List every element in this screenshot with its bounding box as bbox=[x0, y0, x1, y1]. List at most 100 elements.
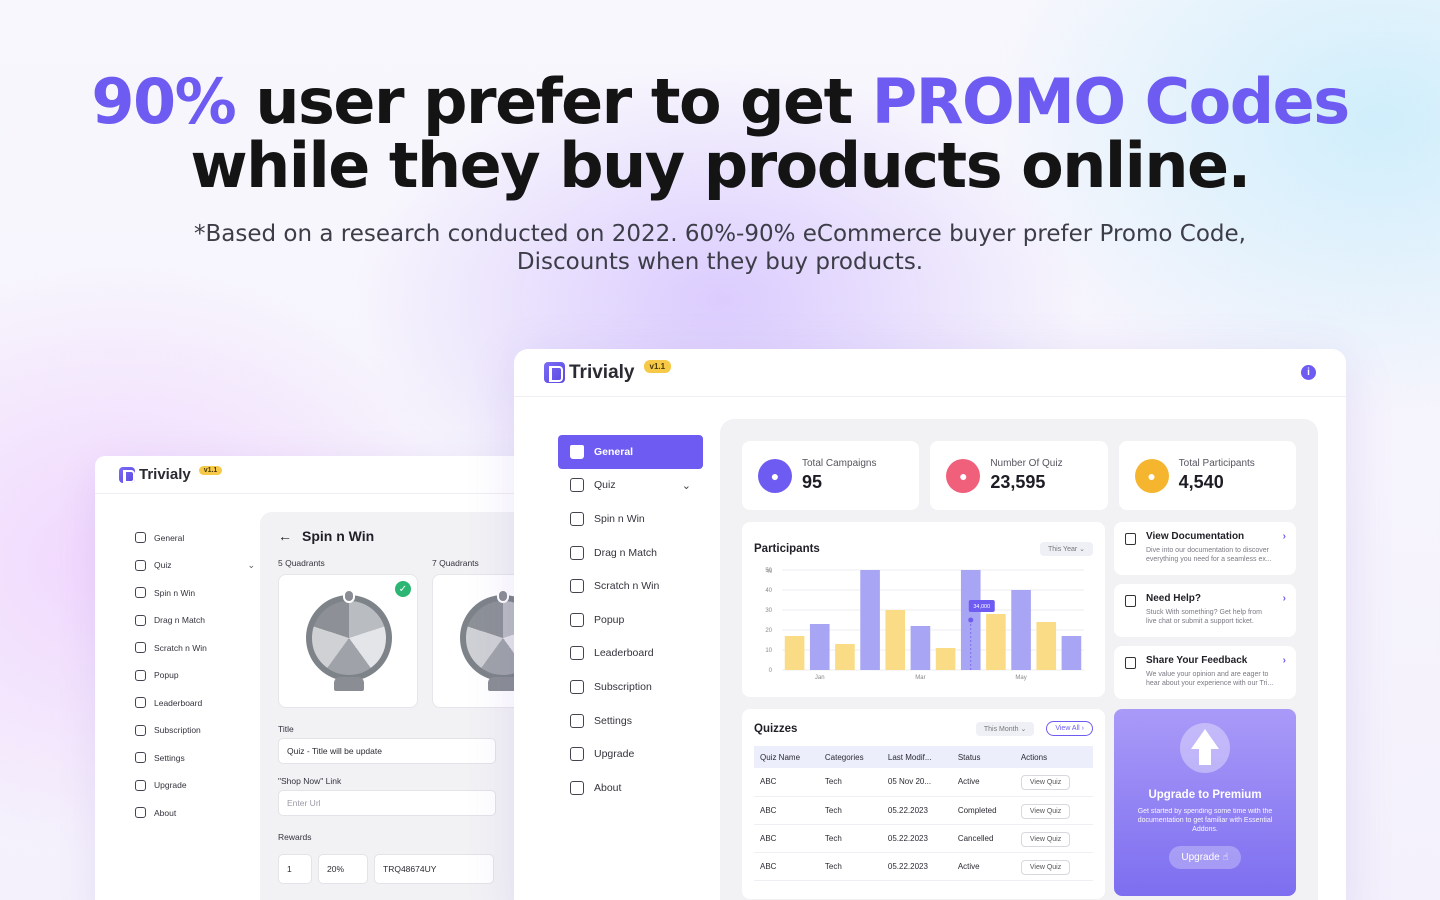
table-row: ABC Tech 05 Nov 20... Active View Quiz bbox=[754, 768, 1093, 797]
cell-action: View Quiz bbox=[1014, 852, 1093, 881]
stat-label: Total Participants bbox=[1178, 458, 1255, 469]
title-input[interactable]: Quiz - Title will be update bbox=[278, 738, 496, 764]
x-tick-label: May bbox=[1015, 675, 1026, 681]
sidebar-item-label: Popup bbox=[154, 670, 179, 681]
stat-text: Number Of Quiz 23,595 bbox=[990, 458, 1062, 493]
dashboard-main: ● Total Campaigns 95 ● Number Of Quiz 23,595 ●… bbox=[720, 419, 1318, 900]
cell-cat: Tech bbox=[818, 796, 882, 825]
sidebar-item-leaderboard[interactable]: Leaderboard bbox=[558, 637, 703, 671]
wheel-option-5[interactable]: ✓ bbox=[278, 574, 418, 708]
sidebar-item-label: Upgrade bbox=[594, 748, 635, 761]
chevron-right-icon: › bbox=[1282, 655, 1286, 666]
sidebar-item-about[interactable]: About bbox=[558, 771, 703, 805]
sidebar-item-label: Leaderboard bbox=[154, 697, 203, 708]
sidebar-item-upgrade[interactable]: Upgrade bbox=[558, 737, 703, 771]
hero-subtitle: *Based on a research conducted on 2022. … bbox=[0, 220, 1440, 276]
sidebar-item-quiz[interactable]: Quiz ⌄ bbox=[558, 469, 703, 503]
bar bbox=[1061, 636, 1082, 670]
sidebar-item-popup[interactable]: Popup bbox=[558, 603, 703, 637]
help-desc: Dive into our documentation to discover bbox=[1146, 547, 1269, 554]
bar bbox=[910, 626, 931, 670]
help-title: Share Your Feedback bbox=[1146, 655, 1248, 666]
users-icon: ● bbox=[1134, 458, 1169, 493]
view-quiz-button[interactable]: View Quiz bbox=[1020, 859, 1071, 875]
spin-wheel-icon bbox=[306, 595, 392, 681]
front-app-window: Trivialy v1.1 i General Quiz ⌄ Spin n Win Dr… bbox=[514, 349, 1346, 900]
reward-percent[interactable]: 20% bbox=[318, 854, 368, 884]
hero-accent-percent: 90% bbox=[91, 65, 236, 138]
sidebar-item-general[interactable]: General bbox=[558, 435, 703, 469]
hero-sub1: *Based on a research conducted on 2022. … bbox=[194, 221, 1246, 247]
stat-text: Total Campaigns 95 bbox=[802, 458, 876, 493]
sidebar-item-spin-n-win[interactable]: Spin n Win bbox=[135, 579, 255, 607]
panel-title-text: Spin n Win bbox=[302, 528, 375, 544]
info-icon[interactable]: i bbox=[1301, 365, 1316, 380]
upgrade-button[interactable]: Upgrade ☝ bbox=[1169, 846, 1241, 869]
sidebar-item-drag-n-match[interactable]: Drag n Match bbox=[558, 536, 703, 570]
sidebar-item-popup[interactable]: Popup bbox=[135, 662, 255, 690]
sidebar-item-leaderboard[interactable]: Leaderboard bbox=[135, 689, 255, 717]
sidebar-item-scratch-n-win[interactable]: Scratch n Win bbox=[558, 569, 703, 603]
sidebar-item-label: General bbox=[594, 445, 634, 458]
subscription-icon bbox=[135, 724, 146, 736]
shop-link-input[interactable]: Enter Url bbox=[278, 790, 496, 816]
sidebar-item-label: Subscription bbox=[154, 725, 201, 736]
popup-icon bbox=[135, 669, 146, 681]
sidebar-item-scratch-n-win[interactable]: Scratch n Win bbox=[135, 634, 255, 662]
tooltip-dot bbox=[968, 617, 974, 623]
view-all-button[interactable]: View All › bbox=[1046, 721, 1093, 736]
info-icon bbox=[135, 807, 146, 819]
help-card-view-documentation[interactable]: View Documentation Dive into our document… bbox=[1114, 522, 1296, 575]
stats-row: ● Total Campaigns 95 ● Number Of Quiz 23,595 ●… bbox=[742, 441, 1296, 510]
hero-headline: 90% user prefer to get PROMO Codes while… bbox=[0, 70, 1440, 198]
gear-icon bbox=[570, 713, 584, 728]
view-quiz-button[interactable]: View Quiz bbox=[1020, 775, 1071, 791]
sidebar-item-label: Quiz bbox=[154, 560, 172, 571]
premium-title: Upgrade to Premium bbox=[1148, 789, 1262, 801]
sidebar-item-label: Scratch n Win bbox=[154, 642, 207, 653]
reward-number[interactable]: 1 bbox=[278, 854, 312, 884]
cell-cat: Tech bbox=[818, 824, 882, 853]
sidebar-item-upgrade[interactable]: Upgrade bbox=[135, 772, 255, 800]
help-card-need-help[interactable]: Need Help? Stuck With something? Get help… bbox=[1114, 584, 1296, 637]
bar bbox=[1011, 590, 1031, 670]
info-icon bbox=[570, 780, 584, 795]
version-badge: v1.1 bbox=[643, 360, 672, 373]
table-row: ABC Tech 05.22.2023 Completed View Quiz bbox=[754, 796, 1093, 825]
quizzes-card: Quizzes This Month ⌄ View All › Quiz Nam… bbox=[742, 709, 1105, 899]
target-icon bbox=[135, 587, 146, 599]
month-filter[interactable]: This Month ⌄ bbox=[975, 721, 1035, 736]
help-desc: Stuck With something? Get help from bbox=[1146, 609, 1262, 616]
year-filter[interactable]: This Year ⌄ bbox=[1040, 542, 1093, 556]
premium-card: Upgrade to Premium Get started by spendi… bbox=[1114, 709, 1296, 896]
back-arrow-icon[interactable]: ← bbox=[278, 528, 292, 544]
reward-code[interactable]: TRQ48674UY bbox=[374, 854, 494, 884]
y-tick-label: 20 bbox=[765, 628, 772, 634]
sidebar-item-subscription[interactable]: Subscription bbox=[135, 717, 255, 745]
doc-icon bbox=[1125, 533, 1136, 545]
cell-status: Active bbox=[951, 852, 1015, 881]
view-quiz-button[interactable]: View Quiz bbox=[1020, 831, 1071, 847]
sidebar-item-settings[interactable]: Settings bbox=[558, 704, 703, 738]
sidebar-item-label: Drag n Match bbox=[594, 546, 658, 559]
wheel-stand bbox=[334, 677, 364, 691]
sidebar-item-quiz[interactable]: Quiz ⌄ bbox=[135, 552, 255, 580]
table-header: Quiz Name bbox=[754, 746, 819, 768]
stat-value: 23,595 bbox=[990, 472, 1046, 492]
sidebar-item-general[interactable]: General bbox=[135, 524, 255, 552]
help-card-share-your-feedback[interactable]: Share Your Feedback We value your opinion… bbox=[1114, 646, 1296, 699]
cell-name: ABC bbox=[754, 796, 819, 825]
table-header: Actions bbox=[1014, 746, 1093, 768]
sidebar-item-drag-n-match[interactable]: Drag n Match bbox=[135, 607, 255, 635]
help-desc: hear about your experience with our Tri.… bbox=[1146, 680, 1274, 687]
view-quiz-button[interactable]: View Quiz bbox=[1020, 803, 1071, 819]
cell-name: ABC bbox=[754, 824, 819, 853]
sidebar-item-subscription[interactable]: Subscription bbox=[558, 670, 703, 704]
sidebar-item-settings[interactable]: Settings bbox=[135, 744, 255, 772]
cell-status: Active bbox=[951, 768, 1015, 797]
sidebar-item-spin-n-win[interactable]: Spin n Win bbox=[558, 502, 703, 536]
help-title: View Documentation bbox=[1146, 531, 1245, 542]
podium-icon bbox=[135, 697, 146, 709]
sidebar-item-about[interactable]: About bbox=[135, 799, 255, 827]
drag-icon bbox=[570, 545, 584, 560]
